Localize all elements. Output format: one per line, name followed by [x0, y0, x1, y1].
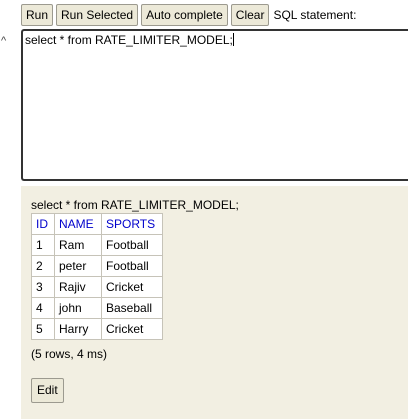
cell-name: Rajiv [54, 276, 102, 298]
sql-editor-text: select * from RATE_LIMITER_MODEL; [25, 33, 233, 47]
cell-sports: Football [101, 255, 163, 277]
run-button[interactable]: Run [21, 4, 54, 26]
cell-name: Harry [54, 318, 102, 340]
cell-name: Ram [54, 234, 102, 256]
cell-id: 1 [31, 234, 55, 256]
cell-sports: Cricket [101, 318, 163, 340]
sql-statement-label: SQL statement: [273, 8, 357, 22]
cell-name: john [54, 297, 102, 319]
column-header-name[interactable]: NAME [54, 213, 102, 235]
run-selected-button[interactable]: Run Selected [56, 4, 139, 26]
cell-sports: Football [101, 234, 163, 256]
cell-id: 5 [31, 318, 55, 340]
result-panel: select * from RATE_LIMITER_MODEL; ID NAM… [21, 186, 408, 419]
cell-id: 3 [31, 276, 55, 298]
result-table: ID NAME SPORTS 1 Ram Football 2 peter Fo… [31, 213, 163, 340]
cell-sports: Baseball [101, 297, 163, 319]
caret-up-icon: ^ [1, 35, 7, 47]
result-query-text: select * from RATE_LIMITER_MODEL; [31, 198, 239, 212]
auto-complete-button[interactable]: Auto complete [141, 4, 228, 26]
text-cursor [232, 33, 234, 46]
cell-sports: Cricket [101, 276, 163, 298]
toolbar: Run Run Selected Auto complete Clear SQL… [21, 4, 356, 26]
cell-id: 4 [31, 297, 55, 319]
edit-button[interactable]: Edit [31, 378, 64, 403]
column-header-id[interactable]: ID [31, 213, 55, 235]
clear-button[interactable]: Clear [230, 4, 270, 26]
cell-id: 2 [31, 255, 55, 277]
cell-name: peter [54, 255, 102, 277]
sql-editor[interactable]: select * from RATE_LIMITER_MODEL; [21, 29, 408, 181]
result-summary: (5 rows, 4 ms) [31, 347, 108, 361]
table-row: 3 Rajiv Cricket [31, 276, 163, 298]
table-row: 4 john Baseball [31, 297, 163, 319]
table-row: 2 peter Football [31, 255, 163, 277]
table-row: 1 Ram Football [31, 234, 163, 256]
column-header-sports[interactable]: SPORTS [101, 213, 163, 235]
table-row: 5 Harry Cricket [31, 318, 163, 340]
table-header-row: ID NAME SPORTS [31, 213, 163, 235]
